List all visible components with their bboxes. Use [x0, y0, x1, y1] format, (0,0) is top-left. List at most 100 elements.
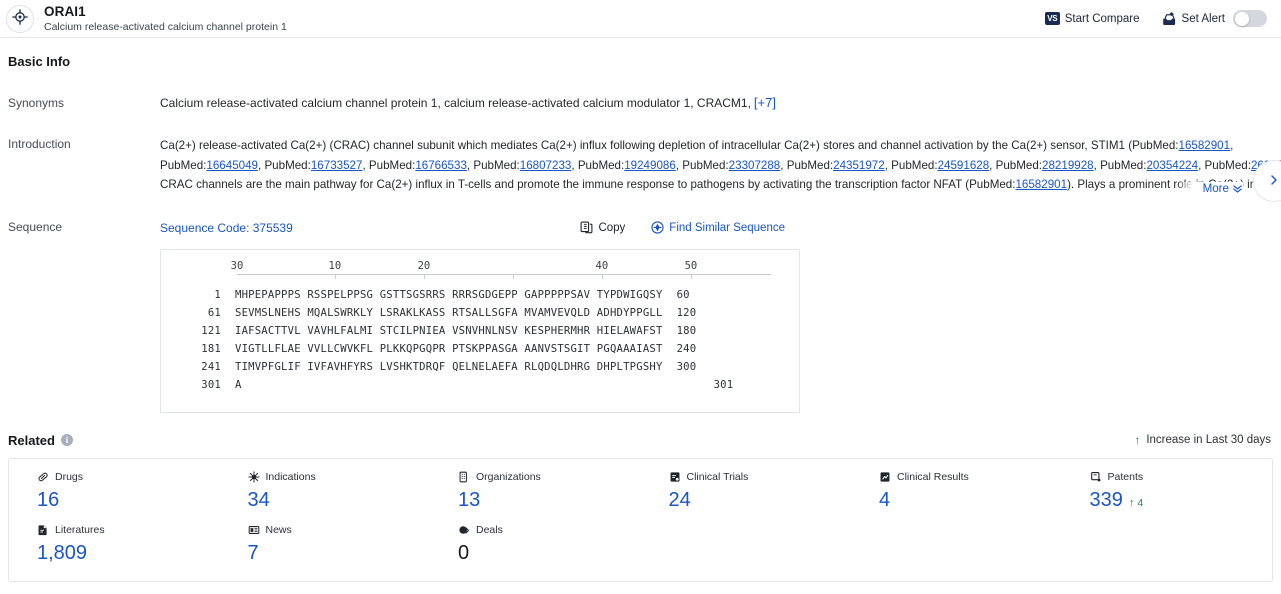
- introduction-more-button[interactable]: More: [1176, 181, 1243, 195]
- pubmed-link[interactable]: 16582901: [1179, 139, 1231, 152]
- stat-value: 4: [879, 488, 891, 511]
- ruler-tick: [512, 273, 514, 279]
- pubmed-link[interactable]: 16807233: [520, 159, 572, 172]
- pubmed-link[interactable]: 16582901: [1015, 178, 1067, 191]
- sequence-tools: Copy Find Similar Sequence: [554, 221, 1273, 234]
- stat-delta-value: 4: [1137, 496, 1144, 509]
- sequence-end-index: 180: [676, 324, 697, 337]
- copy-button[interactable]: Copy: [580, 221, 625, 234]
- stat-clinical-trials[interactable]: Clinical Trials 24: [641, 471, 852, 512]
- alert-toggle[interactable]: [1233, 10, 1267, 27]
- sequence-code[interactable]: Sequence Code: 375539: [160, 221, 293, 235]
- pubmed-link[interactable]: 16733527: [311, 159, 363, 172]
- stat-value-wrap: 13: [458, 489, 641, 512]
- pubmed-prefix: PubMed:: [786, 158, 834, 172]
- pubmed-link[interactable]: 24591628: [938, 159, 990, 172]
- stat-news[interactable]: News 7: [220, 524, 431, 565]
- stat-deals[interactable]: Deals 0: [430, 524, 641, 565]
- pubmed-link[interactable]: 16645049: [206, 159, 258, 172]
- sequence-viewer[interactable]: 10 20 30 40 50 1 MHPEPAPPPS RSSPELPPSG GS…: [160, 248, 800, 413]
- chevron-double-down-icon: [1232, 183, 1243, 194]
- stat-patents[interactable]: Patents 339 ↑ 4: [1062, 471, 1273, 512]
- stat-value: 34: [247, 488, 270, 511]
- sequence-line: 1 MHPEPAPPPS RSSPELPPSG GSTTSGSRRS RRRSGD…: [179, 286, 799, 304]
- stat-label: Deals: [476, 523, 503, 536]
- stat-label: Clinical Results: [897, 470, 969, 483]
- pubmed-prefix: PubMed:: [891, 158, 938, 172]
- stat-header: Clinical Trials: [669, 471, 852, 483]
- find-similar-sequence-button[interactable]: Find Similar Sequence: [651, 221, 785, 234]
- stat-value-wrap: 4: [879, 489, 1062, 512]
- ruler-tick: [423, 273, 425, 279]
- sequence-line: 241 TIMVPFGLIF IVFAVHFYRS LVSHKTDRQF QELN…: [179, 358, 799, 376]
- stat-indications[interactable]: Indications 34: [220, 471, 431, 512]
- stat-value-wrap: 24: [669, 489, 852, 512]
- sequence-body: Sequence Code: 375539 Copy Find Similar …: [160, 219, 1273, 413]
- more-label: More: [1202, 181, 1229, 195]
- start-compare-button[interactable]: VS Start Compare: [1044, 12, 1140, 25]
- sequence-start-index: 241: [201, 360, 221, 373]
- stat-drugs[interactable]: Drugs 16: [9, 471, 220, 512]
- pubmed-link[interactable]: 24351972: [833, 159, 885, 172]
- stat-value-wrap: 1,809: [37, 542, 220, 565]
- find-similar-target-icon: [651, 221, 664, 234]
- pubmed-link[interactable]: 19249086: [624, 159, 676, 172]
- stat-value: 13: [458, 488, 481, 511]
- introduction-body: Ca(2+) release-activated Ca(2+) (CRAC) c…: [160, 136, 1281, 195]
- pubmed-prefix: PubMed:: [160, 158, 207, 172]
- sequence-residues: A: [235, 378, 242, 391]
- sequence-residues: MHPEPAPPPS RSSPELPPSG GSTTSGSRRS RRRSGDG…: [235, 288, 663, 301]
- deals-icon: [458, 524, 470, 536]
- pubmed-link[interactable]: 20354224: [1146, 159, 1198, 172]
- sequence-line: 61 SEVMSLNEHS MQALSWRKLY LSRAKLKASS RTSAL…: [179, 304, 799, 322]
- introduction-label: Introduction: [8, 137, 71, 151]
- stat-organizations[interactable]: Organizations 13: [430, 471, 641, 512]
- stat-clinical-results[interactable]: Clinical Results 4: [851, 471, 1062, 512]
- header-title-block: ORAI1 Calcium release-activated calcium …: [44, 4, 287, 34]
- up-arrow-icon: ↑: [1134, 433, 1141, 447]
- page-title: ORAI1: [44, 3, 86, 19]
- synonyms-row: Synonyms Calcium release-activated calci…: [8, 95, 1273, 110]
- sequence-residues: TIMVPFGLIF IVFAVHFYRS LVSHKTDRQF QELNELA…: [235, 360, 663, 373]
- stat-value-wrap: 7: [248, 542, 431, 565]
- synonyms-more-link[interactable]: [+7]: [754, 95, 776, 110]
- pubmed-link[interactable]: 16766533: [415, 159, 467, 172]
- stat-value: 7: [247, 541, 259, 564]
- stat-value: 16: [37, 488, 60, 511]
- introduction-line-2: PubMed:16645049, PubMed:16733527, PubMed…: [160, 156, 1281, 176]
- ruler-tick: [334, 273, 336, 279]
- virus-icon: [247, 470, 260, 483]
- app-logo: [6, 4, 34, 33]
- clinical-result-icon: [879, 471, 891, 483]
- stat-label: Indications: [265, 470, 316, 483]
- pubmed-prefix: PubMed:: [264, 158, 311, 172]
- pubmed-link[interactable]: 28219928: [1042, 159, 1094, 172]
- stat-literatures[interactable]: Literatures 1,809: [9, 524, 220, 565]
- sequence-end-index: 120: [676, 306, 697, 319]
- info-icon[interactable]: i: [60, 434, 73, 446]
- increase-note-label: Increase in Last 30 days: [1146, 434, 1271, 446]
- sequence-end-index: 240: [676, 342, 697, 355]
- intro-text-a: Ca(2+) release-activated Ca(2+) (CRAC) c…: [160, 139, 1179, 152]
- ruler-tick: [690, 273, 692, 279]
- sequence-start-index: 1: [214, 288, 221, 301]
- stat-value-wrap: 0: [458, 542, 641, 565]
- sequence-end-index: 300: [676, 360, 697, 373]
- chevron-right-icon: [1268, 174, 1280, 189]
- target-crosshair-icon: [12, 9, 28, 28]
- introduction-row: Introduction Ca(2+) release-activated Ca…: [8, 136, 1281, 195]
- set-alert-button[interactable]: Set Alert: [1162, 11, 1225, 26]
- copy-icon: [580, 221, 593, 234]
- ruler-tick-label: 40: [595, 259, 609, 272]
- ruler-labels: 10 20 30 40 50: [231, 259, 771, 273]
- stat-header: Indications: [247, 470, 431, 483]
- related-stats-card: Drugs 16 Indications 34 Organizations 13…: [8, 457, 1273, 582]
- pubmed-link[interactable]: 23307288: [729, 159, 781, 172]
- vs-icon: VS: [1044, 12, 1060, 25]
- stat-label: Organizations: [476, 470, 541, 483]
- sequence-start-index: 181: [201, 342, 221, 355]
- stat-header: News: [248, 524, 431, 536]
- sequence-row: Sequence Sequence Code: 375539 Copy Find…: [8, 219, 1273, 413]
- main-content: Basic Info Synonyms Calcium release-acti…: [0, 38, 1281, 582]
- ruler-tick: [601, 273, 603, 279]
